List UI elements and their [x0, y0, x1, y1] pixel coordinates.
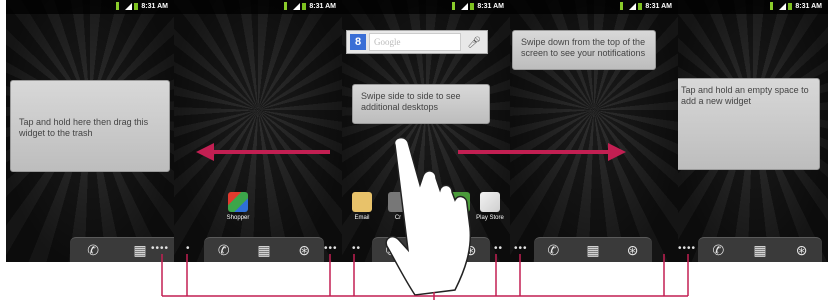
- swipe-right-arrow: [458, 143, 626, 161]
- instruction-overlay: [161, 136, 689, 300]
- hand-gesture-icon: [385, 136, 472, 296]
- swipe-left-arrow: [196, 143, 330, 161]
